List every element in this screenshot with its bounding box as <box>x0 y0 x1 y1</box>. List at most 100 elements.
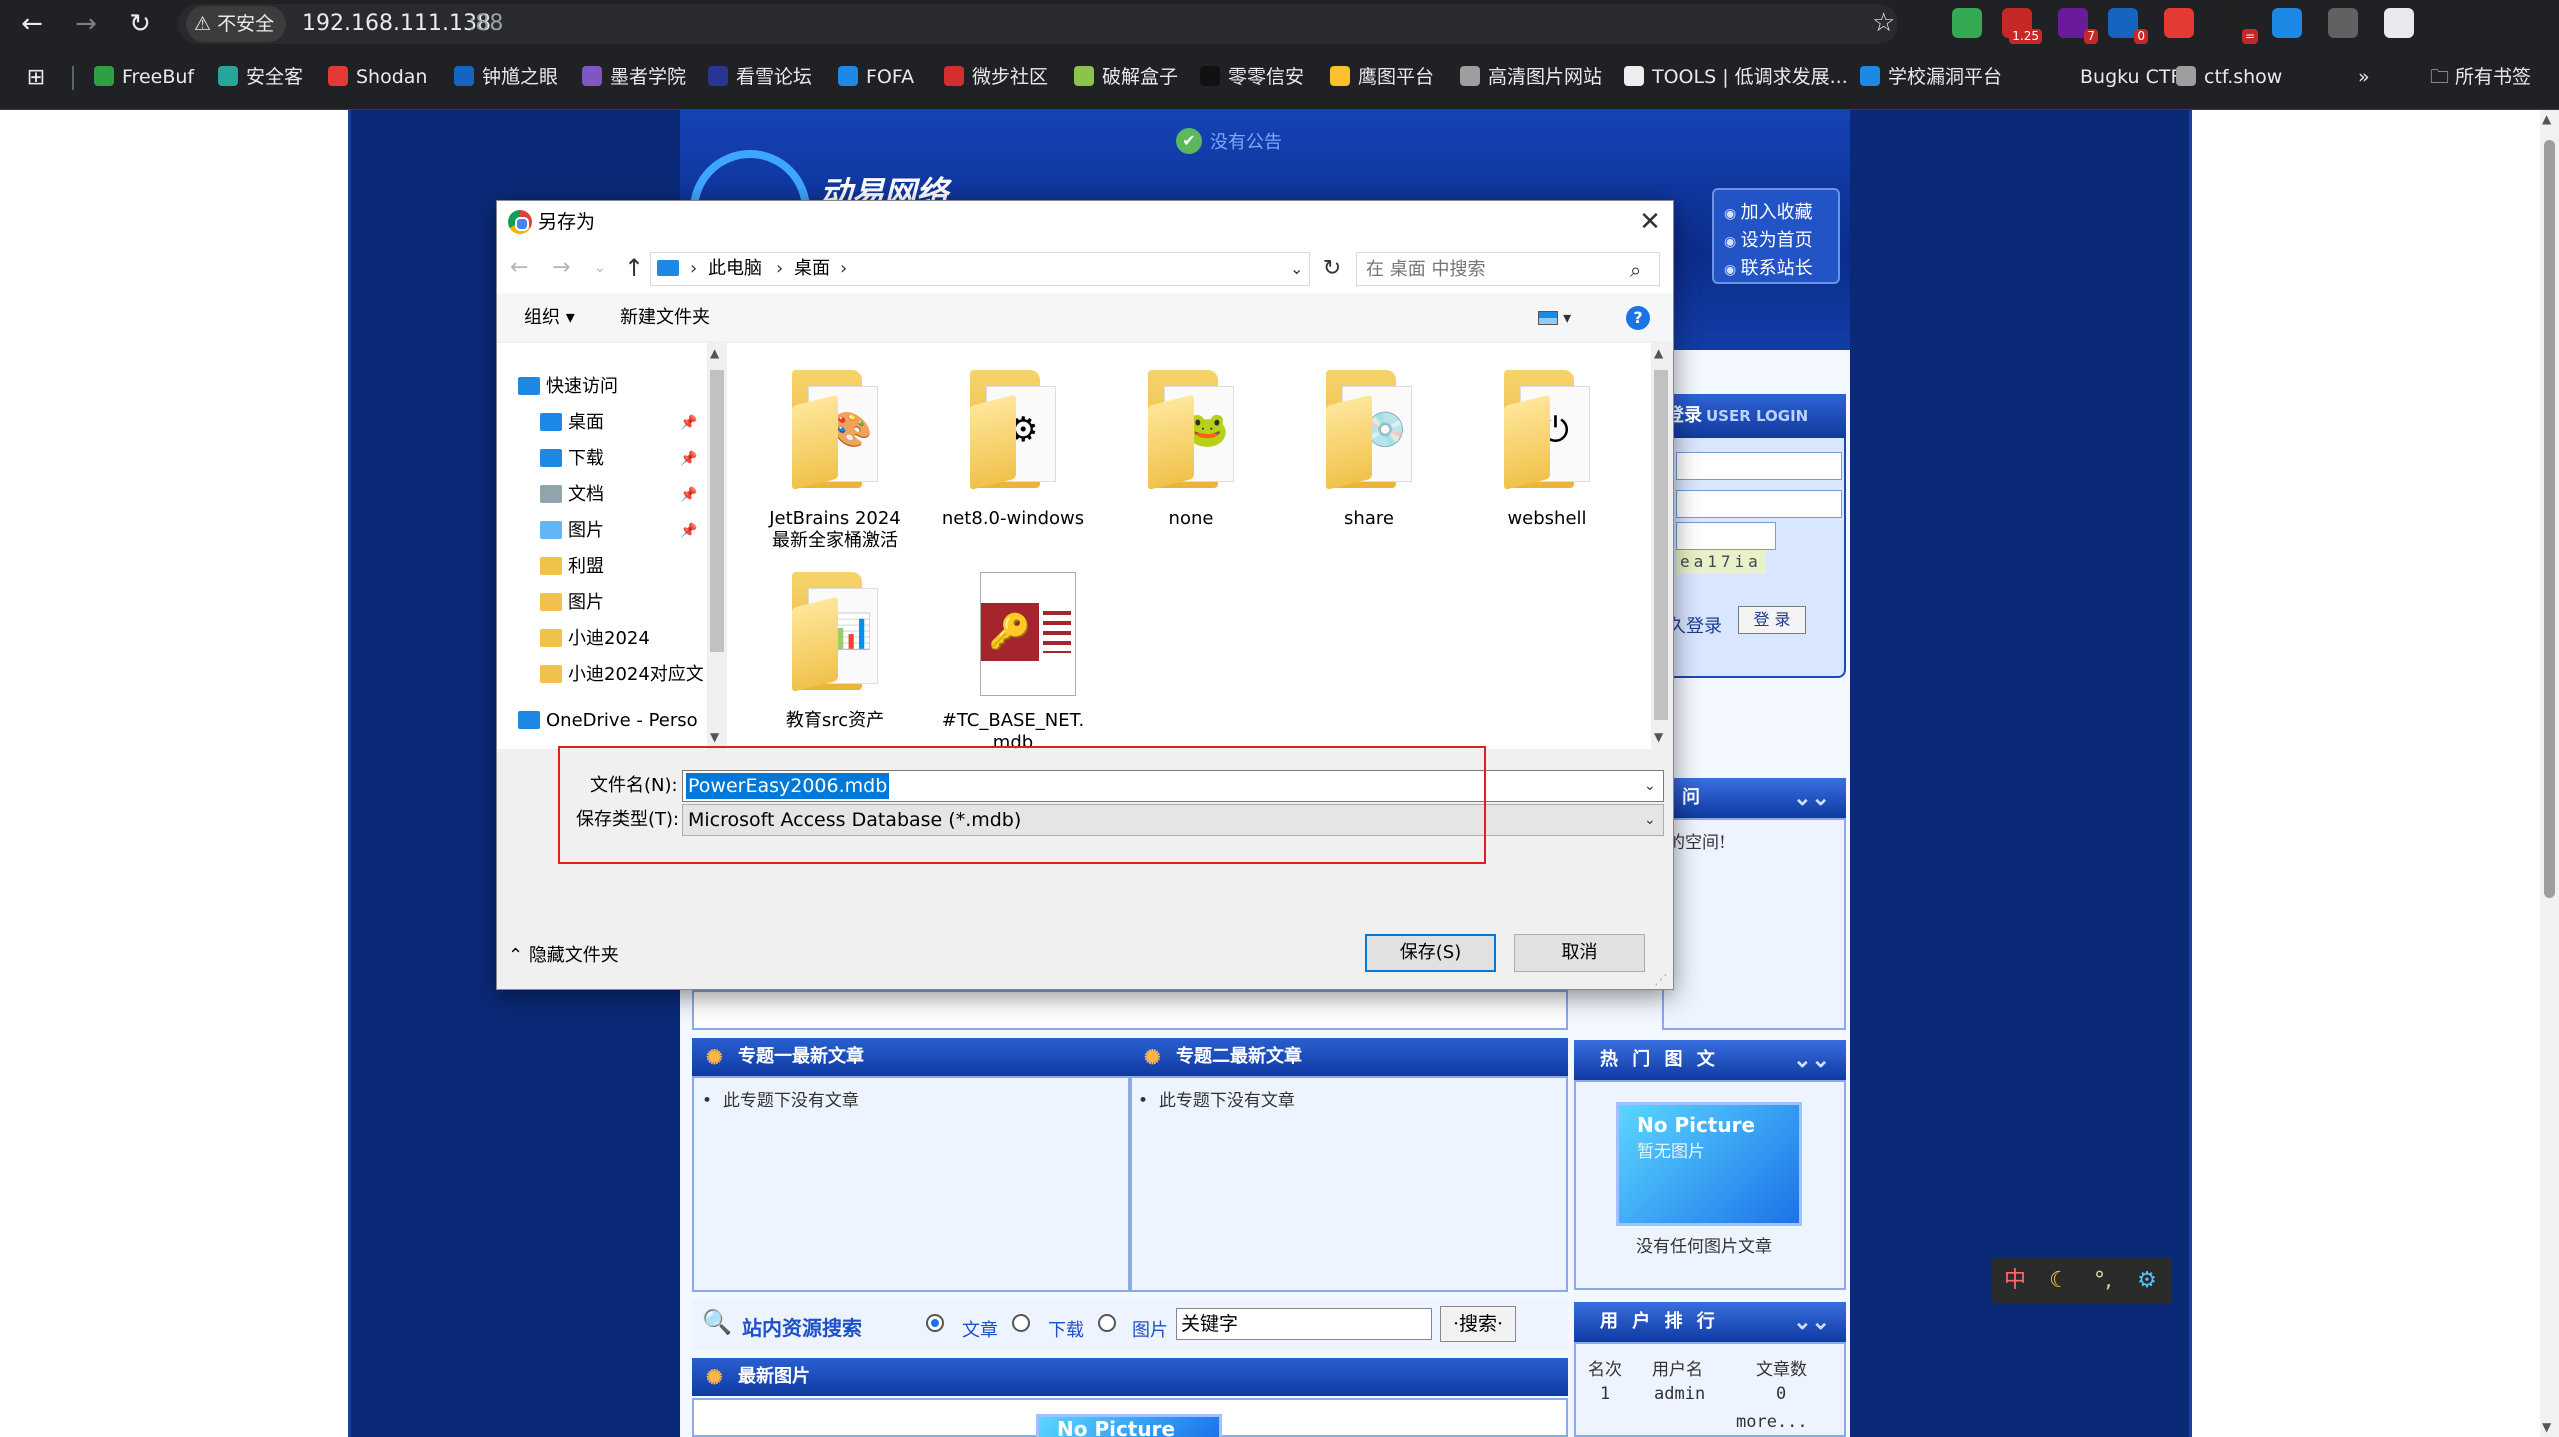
shield-purple-icon[interactable]: 7 <box>2058 8 2098 44</box>
back-arrow-icon[interactable]: ← <box>510 252 528 284</box>
bookmark-item[interactable]: 鹰图平台 <box>1330 62 1434 92</box>
radio-picture[interactable] <box>1098 1314 1116 1332</box>
translate-icon[interactable]: 1.25 <box>2002 8 2042 44</box>
reload-icon[interactable]: ↻ <box>122 6 158 42</box>
bookmark-item[interactable]: TOOLS | 低调求发展... <box>1624 62 1848 92</box>
nav-item[interactable]: 文档 <box>540 480 604 510</box>
keyword-input[interactable]: 关键字 <box>1176 1308 1432 1340</box>
bookmark-item[interactable]: 微步社区 <box>944 62 1048 92</box>
view-options-button[interactable]: ▾ <box>1538 306 1582 330</box>
username-input[interactable] <box>1676 452 1842 480</box>
scroll-down-icon[interactable]: ▼ <box>710 730 719 744</box>
hide-folders-toggle[interactable]: ⌃ 隐藏文件夹 <box>508 942 619 970</box>
bookmark-item[interactable]: 高清图片网站 <box>1460 62 1602 92</box>
bookmark-star-icon[interactable]: ☆ <box>1872 5 1895 41</box>
bookmark-item[interactable]: 钟馗之眼 <box>454 62 558 92</box>
bookmark-item[interactable]: 零零信安 <box>1200 62 1304 92</box>
chevron-down-icon[interactable]: ⌄ <box>1644 774 1656 798</box>
rank-cell[interactable]: admin <box>1654 1384 1705 1404</box>
bookmark-item[interactable]: ctf.show <box>2176 62 2282 92</box>
ranking-more-link[interactable]: more... <box>1736 1412 1808 1432</box>
shield-icon[interactable] <box>1952 8 1982 38</box>
scroll-up-icon[interactable]: ▲ <box>710 346 719 360</box>
bookmark-item[interactable]: 学校漏洞平台 <box>1860 62 2002 92</box>
resize-grip-icon[interactable]: ⋰ <box>1654 972 1668 988</box>
bookmark-item[interactable]: 安全客 <box>218 62 303 92</box>
close-icon[interactable]: ✕ <box>1630 206 1670 238</box>
folder-item[interactable]: 💿 share <box>1294 358 1444 548</box>
folder-item[interactable]: 🐸 none <box>1116 358 1266 548</box>
bookmark-item[interactable]: FOFA <box>838 62 914 92</box>
nav-item[interactable]: 快速访问 <box>518 372 618 402</box>
settings-icon[interactable]: ⚙ <box>2132 1266 2162 1296</box>
dialog-search-input[interactable] <box>1366 256 1606 284</box>
back-arrow-icon[interactable]: ← <box>14 6 50 42</box>
glasses-icon[interactable] <box>2328 8 2358 38</box>
nav-item[interactable]: 图片 <box>540 588 604 618</box>
bookmark-item[interactable]: 破解盒子 <box>1074 62 1178 92</box>
nav-item[interactable]: 下载 <box>540 444 604 474</box>
link-icon[interactable] <box>2272 8 2302 38</box>
scroll-down-icon[interactable]: ▼ <box>2542 1420 2551 1434</box>
radio-article[interactable] <box>926 1314 944 1332</box>
folder-item[interactable]: 📊 教育src资产 <box>760 560 910 750</box>
bookmark-item[interactable]: FreeBuf <box>94 62 194 92</box>
scroll-up-icon[interactable]: ▲ <box>1654 346 1663 360</box>
punctuation-icon[interactable]: °, <box>2088 1266 2118 1296</box>
clipboard-icon[interactable]: 0 <box>2108 8 2148 44</box>
puzzle-icon[interactable] <box>2384 8 2414 38</box>
folder-item[interactable]: ⚙ net8.0-windows <box>938 358 1088 548</box>
file-scrollbar-thumb[interactable] <box>1654 370 1668 720</box>
remember-login-label[interactable]: 久登录 <box>1668 612 1722 638</box>
security-warning-chip[interactable]: ⚠ 不安全 <box>186 6 287 42</box>
organize-menu[interactable]: 组织 ▾ <box>524 304 575 332</box>
login-button[interactable]: 登 录 <box>1738 606 1806 634</box>
nav-item[interactable]: 图片 <box>540 516 604 546</box>
up-arrow-icon[interactable]: ↑ <box>624 252 644 284</box>
folder-item[interactable]: 🎨 JetBrains 2024 最新全家桶激活 <box>760 358 910 551</box>
cancel-button[interactable]: 取消 <box>1514 934 1645 972</box>
set-homepage-link[interactable]: 设为首页 <box>1724 226 1813 252</box>
nav-scrollbar-thumb[interactable] <box>710 370 724 652</box>
add-favorite-link[interactable]: 加入收藏 <box>1724 198 1813 224</box>
bookmarks-overflow-icon[interactable]: » <box>2358 62 2370 92</box>
nav-item[interactable]: 桌面 <box>540 408 604 438</box>
bookmark-item[interactable]: Bugku CTF <box>2052 62 2181 92</box>
nav-item[interactable]: 小迪2024 <box>540 624 650 654</box>
moon-icon[interactable]: ☾ <box>2044 1266 2074 1296</box>
contact-link[interactable]: 联系站长 <box>1724 254 1813 280</box>
nav-item[interactable]: OneDrive - Perso <box>518 706 698 736</box>
search-button[interactable]: ·搜索· <box>1440 1306 1516 1342</box>
page-scrollbar-thumb[interactable] <box>2544 140 2555 898</box>
forward-arrow-icon[interactable]: → <box>68 6 104 42</box>
all-bookmarks[interactable]: 🗀 所有书签 <box>2430 62 2531 92</box>
captcha-input[interactable] <box>1676 522 1776 550</box>
scroll-up-icon[interactable]: ▲ <box>2542 112 2551 126</box>
folder-item[interactable]: ⏻ webshell <box>1472 358 1622 548</box>
proxy-icon[interactable] <box>2164 8 2194 38</box>
bookmark-item[interactable]: 看雪论坛 <box>708 62 812 92</box>
help-icon[interactable]: ? <box>1626 306 1650 330</box>
radio-download[interactable] <box>1012 1314 1030 1332</box>
breadcrumb-this-pc[interactable]: 此电脑 <box>708 254 762 284</box>
nav-item[interactable]: 利盟 <box>540 552 604 582</box>
password-input[interactable] <box>1676 490 1842 518</box>
new-folder-button[interactable]: 新建文件夹 <box>620 304 710 332</box>
refresh-icon[interactable]: ↻ <box>1318 252 1346 286</box>
nav-item[interactable]: 小迪2024对应文 <box>540 660 704 690</box>
recent-dropdown-icon[interactable]: ⌄ <box>594 252 606 284</box>
apps-grid-icon[interactable]: ⊞ <box>18 60 54 96</box>
chinese-input-icon[interactable]: 中 <box>2000 1266 2030 1296</box>
bookmark-item[interactable]: Shodan <box>328 62 427 92</box>
search-icon[interactable]: ⌕ <box>1630 256 1641 284</box>
file-item[interactable]: 🔑 #TC_BASE_NET. mdb <box>938 560 1088 753</box>
save-button[interactable]: 保存(S) <box>1365 934 1496 972</box>
wappalyzer-icon[interactable]: = <box>2218 8 2258 44</box>
nav-item-label: 图片 <box>568 592 604 613</box>
chevron-down-icon[interactable]: ⌄ <box>1290 254 1303 284</box>
forward-arrow-icon[interactable]: → <box>552 252 570 284</box>
bookmark-item[interactable]: 墨者学院 <box>582 62 686 92</box>
scroll-down-icon[interactable]: ▼ <box>1654 730 1663 744</box>
breadcrumb-desktop[interactable]: 桌面 <box>794 254 830 284</box>
chevron-down-icon[interactable]: ⌄ <box>1644 808 1656 832</box>
